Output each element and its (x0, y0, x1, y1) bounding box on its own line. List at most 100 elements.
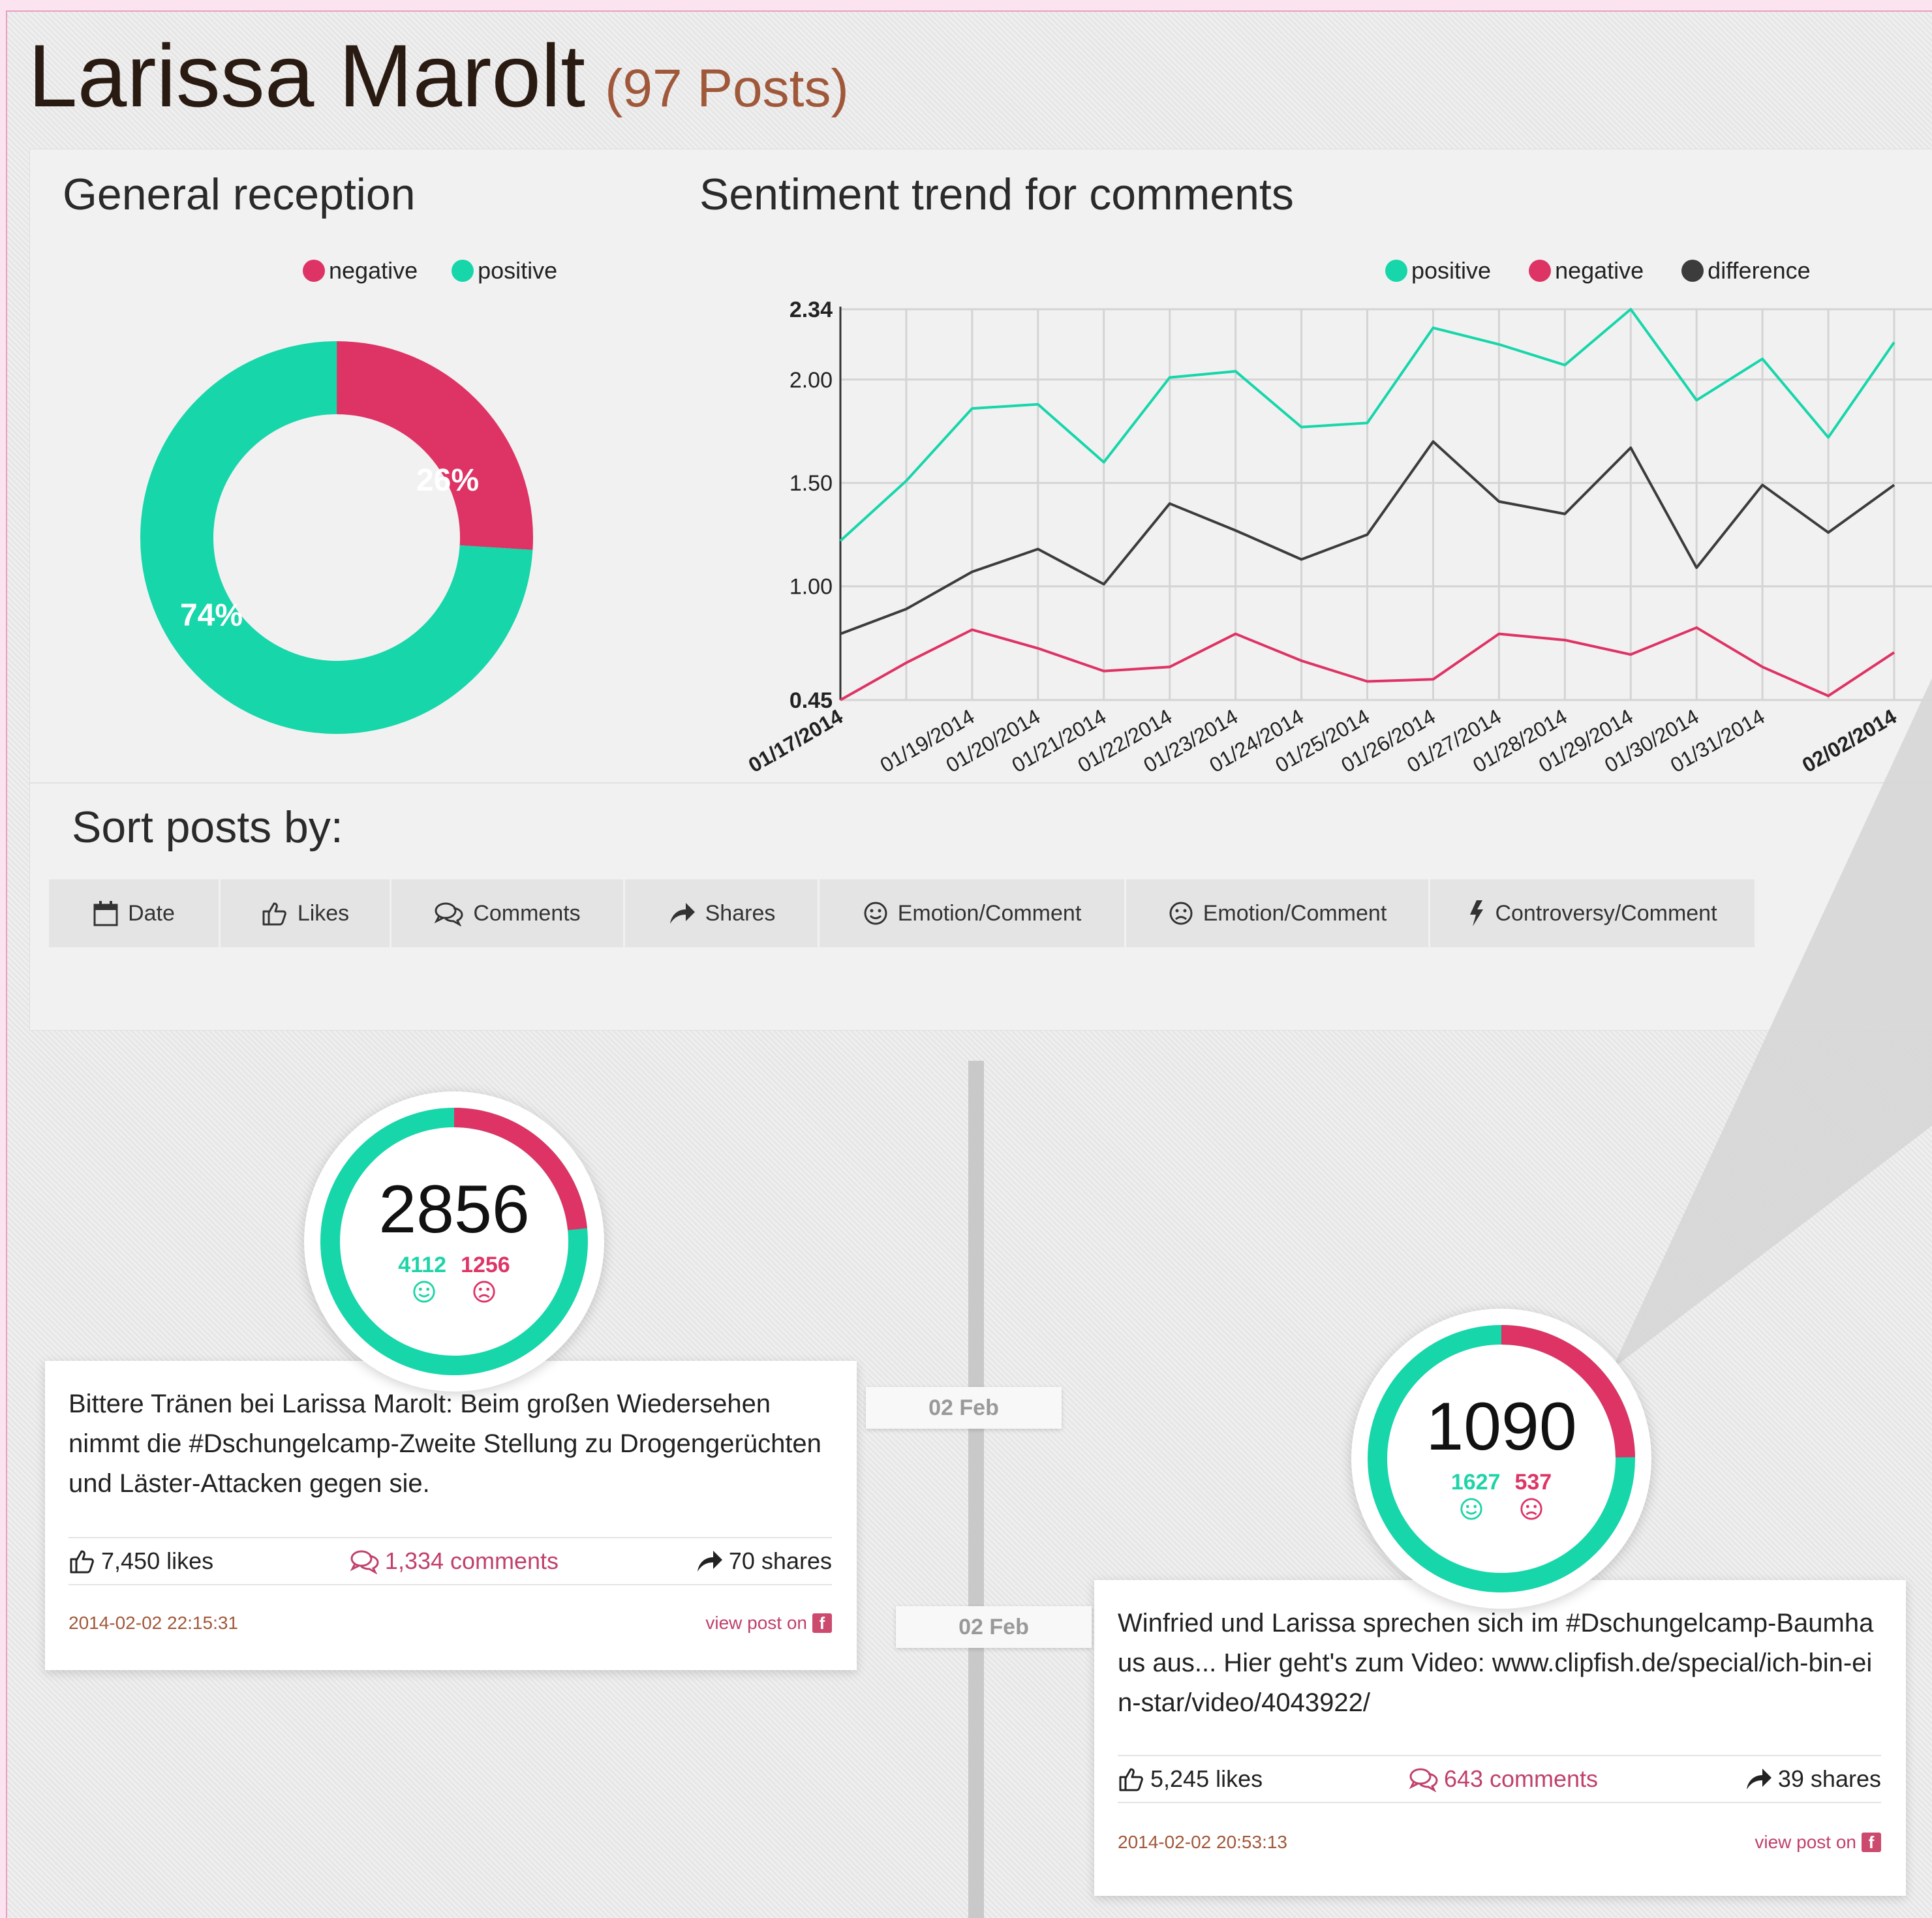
post-card[interactable]: Winfried und Larissa sprechen sich im #D… (1094, 1580, 1906, 1896)
y-tick-label: 2.00 (790, 368, 833, 393)
sort-by-comments-button[interactable]: Comments (391, 879, 625, 947)
likes-count: 5,245 likes (1150, 1765, 1263, 1792)
legend-negative[interactable]: negative (303, 257, 418, 284)
post-timestamp: 2014-02-02 20:53:13 (1118, 1832, 1287, 1852)
post-card[interactable]: Bittere Tränen bei Larissa Marolt: Beim … (45, 1361, 857, 1670)
negative-dot (303, 260, 325, 282)
page-title: Larissa Marolt (97 Posts) (28, 25, 849, 127)
negative-count: 1256 (461, 1252, 510, 1277)
post-stats: 5,245 likes 643 comments 39 shares (1118, 1755, 1881, 1803)
sort-label: Shares (705, 900, 776, 926)
positive-dot (452, 260, 474, 282)
score-content: 2856 4112 1256 (304, 1091, 604, 1392)
positive-dot (1385, 260, 1407, 282)
shares-count: 70 shares (728, 1547, 832, 1574)
trend-title: Sentiment trend for comments (699, 170, 1294, 219)
negative-dot (1529, 260, 1552, 282)
post-text: Winfried und Larissa sprechen sich im #D… (1118, 1609, 1874, 1717)
sort-by-shares-button[interactable]: Shares (625, 879, 820, 947)
frown-icon (1520, 1497, 1542, 1520)
shares-count: 39 shares (1777, 1765, 1881, 1792)
sort-title: Sort posts by: (72, 802, 343, 852)
comments-link[interactable]: 1,334 comments (350, 1547, 559, 1575)
positive-count: 1627 (1450, 1469, 1501, 1495)
difference-dot (1681, 260, 1704, 282)
y-tick-label: 2.34 (790, 297, 833, 322)
frown-icon (1169, 902, 1193, 925)
timeline-line (968, 1061, 984, 1918)
timeline-date-label: 02 Feb (866, 1387, 1062, 1429)
sort-bar: Date Likes Comments Shares Emotion/Comme… (49, 879, 1771, 947)
comments-link[interactable]: 643 comments (1409, 1765, 1598, 1793)
share-icon (697, 1551, 722, 1572)
comments-icon (1409, 1768, 1438, 1792)
score-breakdown: 4112 1256 (398, 1253, 510, 1278)
negative-pct-label: 26% (416, 463, 479, 498)
score-content: 1090 1627 537 (1351, 1309, 1651, 1609)
dashboard-frame: Larissa Marolt (97 Posts) General recepti… (6, 10, 1932, 1918)
sort-by-positive-emotion-button[interactable]: Emotion/Comment (820, 879, 1126, 947)
reception-legend: negative positive (303, 257, 557, 284)
emotion-faces (1459, 1497, 1544, 1521)
sort-by-date-button[interactable]: Date (49, 879, 221, 947)
post-stats: 7,450 likes 1,334 comments 70 shares (69, 1537, 832, 1585)
bolt-icon (1470, 900, 1484, 926)
person-name: Larissa Marolt (28, 26, 586, 125)
legend-label: positive (478, 257, 558, 284)
score-breakdown: 1627 537 (1451, 1470, 1552, 1495)
comments-icon (434, 902, 463, 926)
view-post-link[interactable]: view post on f (1755, 1832, 1881, 1853)
post-footer: 2014-02-02 22:15:31 view post on f (69, 1613, 832, 1634)
sentiment-score-circle[interactable]: 2856 4112 1256 (304, 1091, 604, 1392)
legend-label: negative (329, 257, 418, 284)
sort-by-negative-emotion-button[interactable]: Emotion/Comment (1126, 879, 1430, 947)
likes-stat[interactable]: 5,245 likes (1118, 1765, 1263, 1793)
y-tick-label: 1.00 (790, 575, 833, 600)
sort-label: Emotion/Comment (897, 900, 1082, 926)
facebook-icon: f (1862, 1833, 1881, 1852)
reception-title: General reception (63, 170, 416, 219)
shares-stat[interactable]: 70 shares (695, 1547, 832, 1575)
sort-label: Date (128, 900, 175, 926)
comments-count: 643 comments (1443, 1765, 1599, 1792)
facebook-icon: f (812, 1613, 832, 1633)
post-timestamp: 2014-02-02 22:15:31 (69, 1613, 238, 1633)
positive-count: 4112 (398, 1252, 447, 1277)
share-icon (1746, 1769, 1771, 1789)
sentiment-score: 2856 (378, 1171, 530, 1247)
sort-by-likes-button[interactable]: Likes (221, 879, 391, 947)
view-link-label: view post on (1755, 1832, 1856, 1852)
reception-donut: 26% 74% (140, 341, 533, 734)
frown-icon (473, 1280, 495, 1303)
sort-label: Likes (297, 900, 350, 926)
likes-count: 7,450 likes (101, 1547, 214, 1574)
calendar-icon (93, 901, 118, 926)
smile-icon (413, 1280, 435, 1303)
sort-label: Comments (473, 900, 581, 926)
thumbs-up-icon (262, 902, 286, 926)
post-footer: 2014-02-02 20:53:13 view post on f (1118, 1832, 1881, 1853)
timeline-date-label: 02 Feb (896, 1606, 1092, 1648)
shares-stat[interactable]: 39 shares (1744, 1765, 1881, 1793)
thumbs-up-icon (70, 1550, 94, 1574)
comments-icon (350, 1550, 379, 1574)
share-icon (669, 903, 695, 924)
view-post-link[interactable]: view post on f (705, 1613, 832, 1634)
thumbs-up-icon (1119, 1768, 1143, 1791)
sentiment-score: 1090 (1426, 1388, 1577, 1465)
smile-icon (864, 902, 887, 925)
view-link-label: view post on (705, 1613, 807, 1633)
post-count: (97 Posts) (605, 59, 849, 118)
smile-icon (1460, 1497, 1482, 1520)
likes-stat[interactable]: 7,450 likes (69, 1547, 213, 1575)
sentiment-score-circle[interactable]: 1090 1627 537 (1351, 1309, 1651, 1609)
emotion-faces (412, 1279, 497, 1304)
legend-positive[interactable]: positive (452, 257, 557, 284)
comments-count: 1,334 comments (384, 1547, 559, 1574)
sort-label: Emotion/Comment (1203, 900, 1387, 926)
negative-count: 537 (1514, 1469, 1552, 1495)
x-tick-label: 01/17/2014 (744, 705, 847, 777)
positive-pct-label: 74% (180, 598, 243, 633)
callout-pointer (1612, 678, 1932, 1369)
y-tick-label: 1.50 (790, 471, 833, 496)
